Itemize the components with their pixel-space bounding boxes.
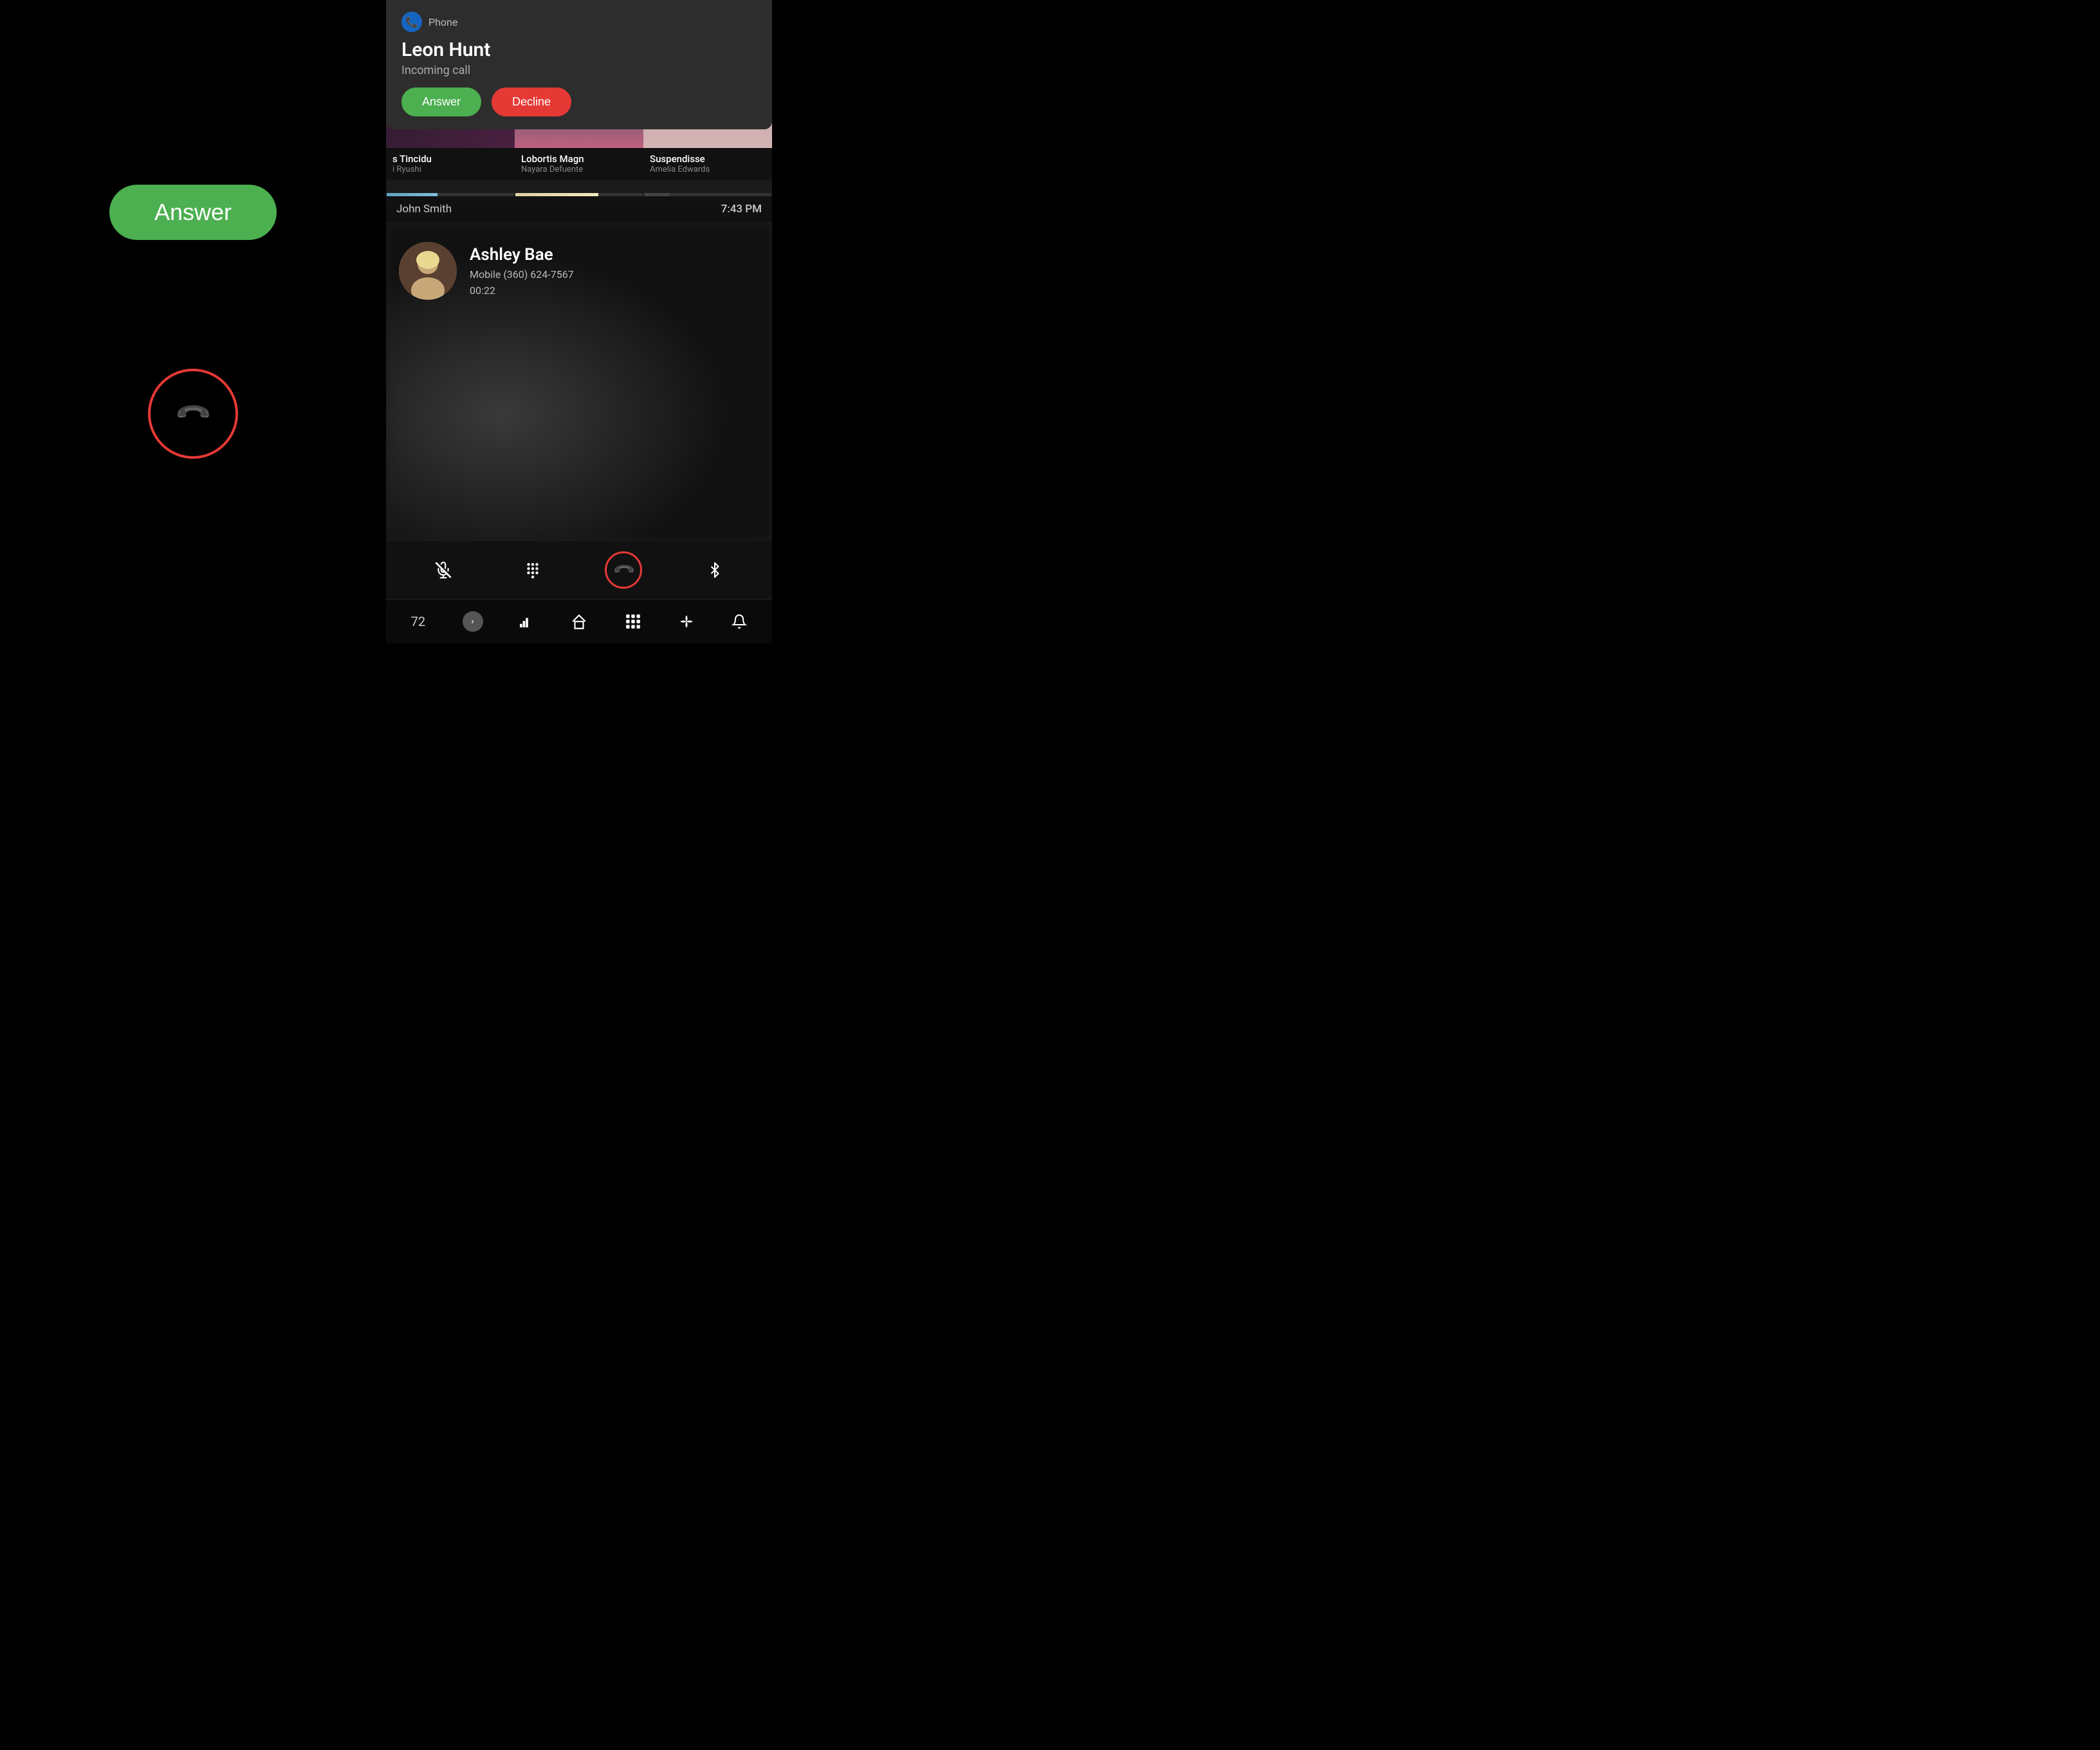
caller-name: Ashley Bae bbox=[470, 245, 574, 264]
nav-home-button[interactable] bbox=[564, 609, 594, 634]
temperature-value: 72 bbox=[411, 614, 425, 629]
notification-card: 📞 Phone Leon Hunt Incoming call Answer D… bbox=[386, 0, 772, 129]
keypad-button[interactable] bbox=[516, 553, 549, 587]
call-info-row: Ashley Bae Mobile (360) 624-7567 00:22 bbox=[399, 235, 759, 300]
notification-buttons: Answer Decline bbox=[401, 88, 757, 116]
progress-strip bbox=[386, 193, 772, 196]
avatar-placeholder bbox=[399, 242, 457, 300]
media-card-artist-1: i Ryushi bbox=[392, 165, 508, 174]
nav-forward-button[interactable]: › bbox=[456, 607, 490, 636]
media-card-title-1: s Tincidu bbox=[392, 153, 508, 165]
contact-avatar bbox=[399, 242, 457, 300]
nav-fan-button[interactable] bbox=[672, 609, 701, 634]
active-call-card: Ashley Bae Mobile (360) 624-7567 00:22 bbox=[386, 223, 772, 541]
answer-button-large[interactable]: Answer bbox=[109, 185, 277, 240]
media-card-artist-3: Amelia Edwards bbox=[650, 165, 766, 174]
media-card-info-3: Suspendisse Amelia Edwards bbox=[643, 148, 772, 180]
mute-button[interactable] bbox=[427, 553, 460, 587]
caller-number: Mobile (360) 624-7567 bbox=[470, 268, 574, 281]
call-details: Ashley Bae Mobile (360) 624-7567 00:22 bbox=[470, 245, 574, 297]
forward-icon[interactable]: › bbox=[463, 611, 483, 632]
message-time: 7:43 PM bbox=[721, 203, 762, 216]
media-card-info-1: s Tincidu i Ryushi bbox=[386, 148, 515, 180]
media-card-artist-2: Nayara Defuente bbox=[521, 165, 637, 174]
media-card-title-2: Lobortis Magn bbox=[521, 153, 637, 165]
notification-subtitle: Incoming call bbox=[401, 64, 757, 77]
progress-bar-2 bbox=[515, 193, 643, 196]
progress-fill-3 bbox=[644, 193, 670, 196]
progress-fill-2 bbox=[515, 193, 598, 196]
end-call-icon: 📞 bbox=[173, 394, 212, 433]
left-panel: Answer 📞 bbox=[0, 0, 386, 643]
call-controls: 📞 bbox=[386, 541, 772, 599]
progress-fill-1 bbox=[387, 193, 438, 196]
message-sender: John Smith bbox=[396, 203, 452, 216]
notification-app-name: Phone bbox=[428, 16, 457, 28]
bottom-nav: 72 › bbox=[386, 599, 772, 643]
right-panel: 📞 Phone Leon Hunt Incoming call Answer D… bbox=[386, 0, 772, 643]
end-call-phone-icon: 📞 bbox=[611, 558, 636, 582]
nav-apps-button[interactable] bbox=[618, 609, 648, 634]
end-call-circle-button[interactable]: 📞 bbox=[148, 369, 238, 459]
progress-bar-3 bbox=[644, 193, 771, 196]
message-row[interactable]: John Smith 7:43 PM bbox=[386, 196, 772, 223]
nav-signal-icon bbox=[513, 611, 540, 632]
media-card-info-2: Lobortis Magn Nayara Defuente bbox=[515, 148, 643, 180]
nav-bell-button[interactable] bbox=[725, 610, 753, 633]
notification-caller-name: Leon Hunt bbox=[401, 39, 757, 61]
temperature-display: 72 bbox=[405, 610, 432, 633]
notification-header: 📞 Phone bbox=[401, 12, 757, 32]
bluetooth-button[interactable] bbox=[698, 553, 732, 587]
media-card-title-3: Suspendisse bbox=[650, 153, 766, 165]
progress-bar-1 bbox=[387, 193, 514, 196]
notification-answer-button[interactable]: Answer bbox=[401, 88, 481, 116]
notification-decline-button[interactable]: Decline bbox=[492, 88, 571, 116]
phone-app-icon: 📞 bbox=[401, 12, 422, 32]
phone-icon: 📞 bbox=[405, 16, 418, 28]
end-call-button[interactable]: 📞 bbox=[605, 551, 642, 589]
call-duration: 00:22 bbox=[470, 284, 574, 297]
